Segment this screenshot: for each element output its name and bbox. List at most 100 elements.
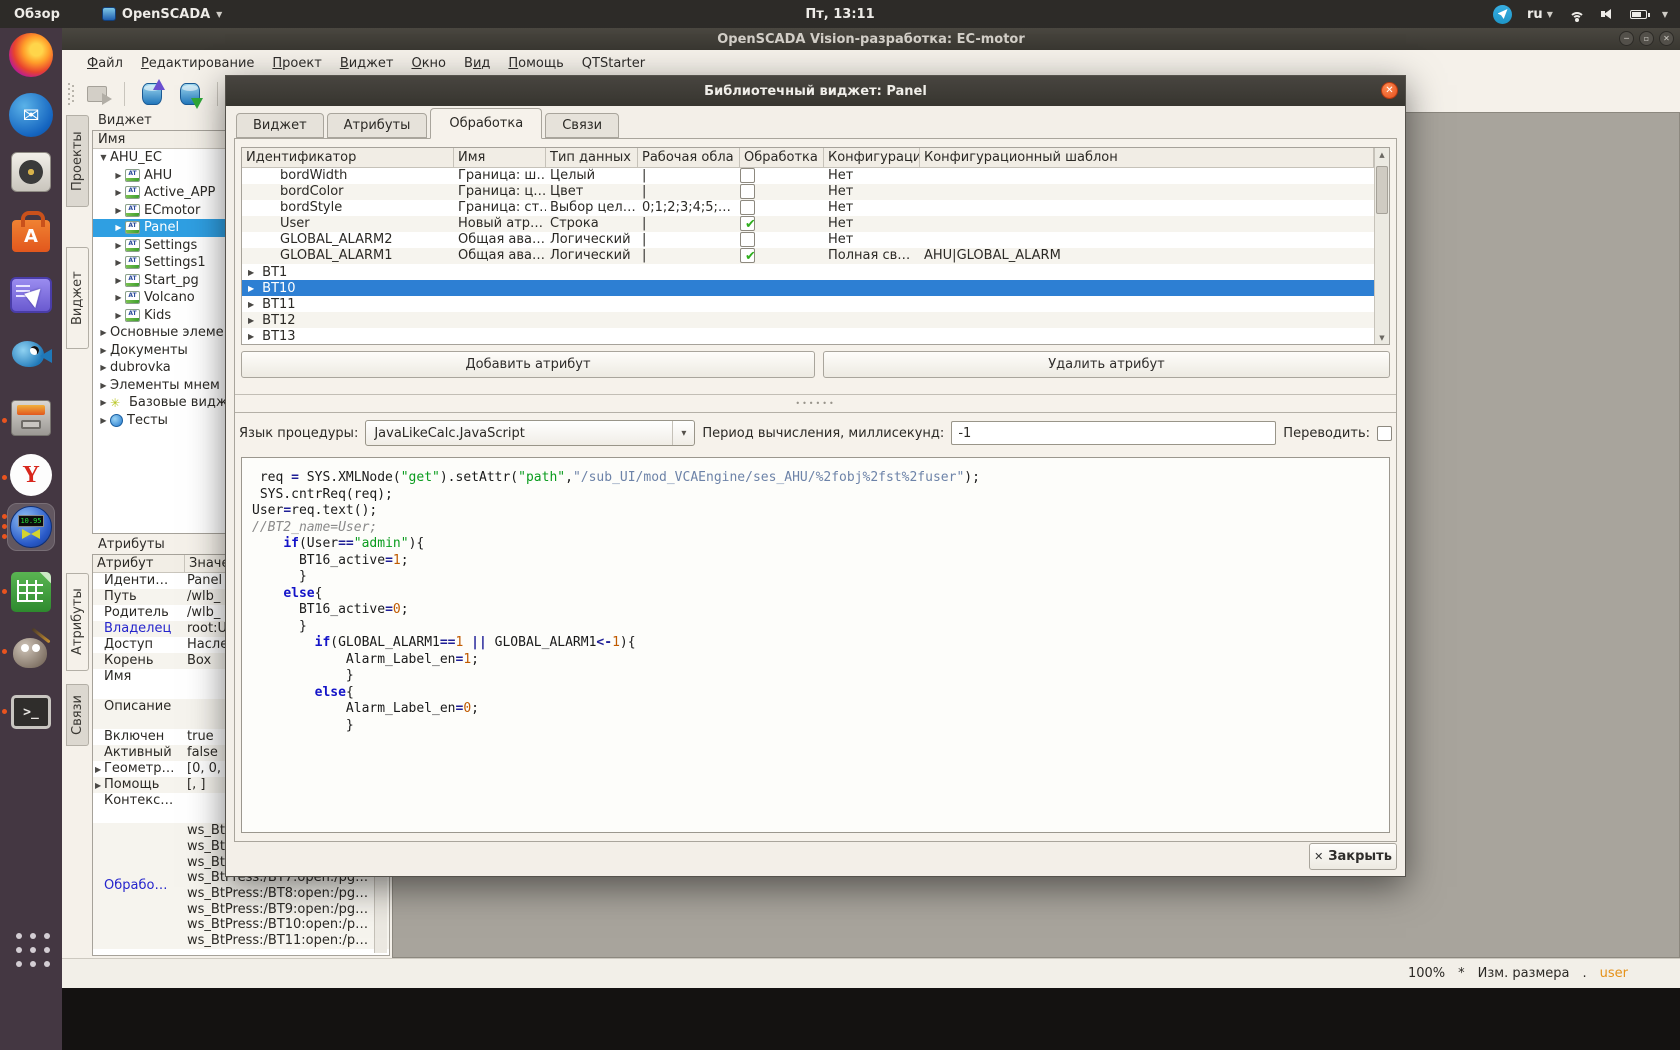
expand-arrow-icon[interactable]: ▶ <box>95 781 101 790</box>
attr-config-row-User[interactable]: UserНовый атр…Строка|✔Нет <box>242 216 1374 232</box>
expand-arrow-icon[interactable]: ▶ <box>95 765 101 774</box>
close-dialog-button[interactable]: ✕ Закрыть <box>1309 843 1397 870</box>
dialog-close-icon[interactable]: ✕ <box>1381 82 1398 99</box>
dialog-table-header[interactable]: ИдентификаторИмяТип данныхРабочая облаОб… <box>242 148 1374 168</box>
menu-QTStarter[interactable]: QTStarter <box>573 53 654 74</box>
attr-config-row-BT11[interactable]: ▶BT11 <box>242 296 1374 312</box>
procedure-code-editor[interactable]: req = SYS.XMLNode("get").setAttr("path",… <box>241 457 1390 833</box>
dialog-tab-Атрибуты[interactable]: Атрибуты <box>327 113 428 138</box>
launcher-thunderbird[interactable]: ✉ <box>8 92 54 138</box>
remove-attribute-button[interactable]: Удалить атрибут <box>823 351 1390 378</box>
expand-arrow-icon[interactable]: ▶ <box>112 171 125 180</box>
dialog-tab-Обработка[interactable]: Обработка <box>430 108 542 139</box>
launcher-remote-viewer[interactable] <box>8 272 54 318</box>
battery-icon[interactable] <box>1630 10 1647 19</box>
chevron-down-icon[interactable]: ▼ <box>1662 10 1668 19</box>
activities-button[interactable]: Обзор <box>14 7 60 22</box>
expand-arrow-icon[interactable]: ▶ <box>248 265 254 280</box>
expand-arrow-icon[interactable]: ▶ <box>112 241 125 250</box>
attr-config-row-BT13[interactable]: ▶BT13 <box>242 328 1374 344</box>
expand-arrow-icon[interactable]: ▶ <box>112 276 125 285</box>
launcher-rhythmbox[interactable] <box>8 149 54 195</box>
toolbar-handle[interactable] <box>68 83 74 105</box>
attr-config-row-bordStyle[interactable]: bordStyleГраница: ст…Выбор цел…0;1;2;3;4… <box>242 200 1374 216</box>
table-scrollbar[interactable]: ▲ ▼ <box>1374 148 1389 344</box>
expand-arrow-icon[interactable]: ▶ <box>97 346 110 355</box>
volume-icon[interactable] <box>1601 8 1615 20</box>
scroll-up-icon[interactable]: ▲ <box>1375 148 1389 161</box>
launcher-openscada[interactable]: 10.95 <box>8 504 54 550</box>
column-header[interactable]: Конфигурационный шаблон <box>920 148 1374 167</box>
side-tab-widget[interactable]: Виджет <box>66 247 89 349</box>
column-header[interactable]: Конфигураци <box>824 148 920 167</box>
expand-arrow-icon[interactable]: ▶ <box>112 223 125 232</box>
launcher-software[interactable]: A <box>8 209 54 255</box>
keyboard-layout-indicator[interactable]: ru ▼ <box>1527 7 1553 22</box>
dialog-tab-Связи[interactable]: Связи <box>545 113 619 138</box>
expand-arrow-icon[interactable]: ▶ <box>112 311 125 320</box>
add-attribute-button[interactable]: Добавить атрибут <box>241 351 815 378</box>
window-titlebar[interactable]: OpenSCADA Vision-разработка: EC-motor ─ … <box>62 28 1680 50</box>
launcher-terminal[interactable]: >_ <box>8 689 54 735</box>
window-maximize-button[interactable]: ▫ <box>1639 31 1654 46</box>
launcher-bluefish[interactable] <box>8 332 54 378</box>
attr-config-row-BT10[interactable]: ▶BT10 <box>242 280 1374 296</box>
expand-arrow-icon[interactable]: ▶ <box>112 293 125 302</box>
attr-config-row-bordWidth[interactable]: bordWidthГраница: ш…Целый|Нет <box>242 168 1374 184</box>
expand-arrow-icon[interactable]: ▶ <box>112 188 125 197</box>
expand-arrow-icon[interactable]: ▶ <box>97 381 110 390</box>
launcher-archive[interactable] <box>8 395 54 441</box>
menu-Редактирование[interactable]: Редактирование <box>132 53 263 74</box>
column-header[interactable]: Тип данных <box>546 148 638 167</box>
load-from-db-button[interactable] <box>137 79 167 109</box>
launcher-libreoffice-calc[interactable] <box>8 569 54 615</box>
expand-arrow-icon[interactable]: ▶ <box>248 313 254 328</box>
attr-config-row-BT12[interactable]: ▶BT12 <box>242 312 1374 328</box>
expand-arrow-icon[interactable]: ▶ <box>112 206 125 215</box>
side-tab-projects[interactable]: Проекты <box>66 115 89 207</box>
menu-Окно[interactable]: Окно <box>402 53 455 74</box>
column-header[interactable]: Обработка <box>740 148 824 167</box>
user-indicator[interactable]: user <box>1600 966 1628 981</box>
app-menu[interactable]: OpenSCADA ▼ <box>102 7 222 22</box>
attr-config-row-BT1[interactable]: ▶BT1 <box>242 264 1374 280</box>
column-header[interactable]: Рабочая обла <box>638 148 740 167</box>
procedure-language-select[interactable]: JavaLikeCalc.JavaScript ▾ <box>365 420 695 446</box>
expand-arrow-icon[interactable]: ▶ <box>97 328 110 337</box>
translate-checkbox[interactable] <box>1377 426 1392 441</box>
expand-arrow-icon[interactable]: ▶ <box>97 398 110 407</box>
telegram-icon[interactable] <box>1493 5 1512 24</box>
dialog-titlebar[interactable]: Библиотечный виджет: Panel ✕ <box>226 76 1405 106</box>
menu-Помощь[interactable]: Помощь <box>499 53 572 74</box>
splitter-handle[interactable]: •••••• <box>235 397 1396 409</box>
menu-Вид[interactable]: Вид <box>455 53 499 74</box>
save-to-db-button[interactable] <box>175 79 205 109</box>
expand-arrow-icon[interactable]: ▼ <box>97 153 110 162</box>
column-header[interactable]: Идентификатор <box>242 148 454 167</box>
expand-arrow-icon[interactable]: ▶ <box>248 297 254 312</box>
dialog-tab-Виджет[interactable]: Виджет <box>236 113 324 138</box>
attr-config-row-bordColor[interactable]: bordColorГраница: ц…Цвет|Нет <box>242 184 1374 200</box>
menu-Файл[interactable]: Файл <box>78 53 132 74</box>
launcher-firefox[interactable] <box>8 32 54 78</box>
window-minimize-button[interactable]: ─ <box>1619 31 1634 46</box>
expand-arrow-icon[interactable]: ▶ <box>97 363 110 372</box>
column-header[interactable]: Имя <box>454 148 546 167</box>
menu-Проект[interactable]: Проект <box>263 53 330 74</box>
scrollbar-thumb[interactable] <box>1376 166 1388 214</box>
clock[interactable]: Пт, 13:11 <box>805 7 874 22</box>
menu-Виджет[interactable]: Виджет <box>331 53 403 74</box>
show-applications-button[interactable] <box>16 933 50 967</box>
scroll-down-icon[interactable]: ▼ <box>1375 331 1389 344</box>
attr-config-row-GLOBAL_ALARM1[interactable]: GLOBAL_ALARM1Общая ава…Логический|✔Полна… <box>242 248 1374 264</box>
wifi-icon[interactable] <box>1568 8 1586 21</box>
attr-config-row-GLOBAL_ALARM2[interactable]: GLOBAL_ALARM2Общая ава…Логический|Нет <box>242 232 1374 248</box>
expand-arrow-icon[interactable]: ▶ <box>248 329 254 344</box>
expand-arrow-icon[interactable]: ▶ <box>248 281 254 296</box>
window-close-button[interactable]: ✕ <box>1659 31 1674 46</box>
expand-arrow-icon[interactable]: ▶ <box>112 258 125 267</box>
calc-period-input[interactable]: -1 <box>951 421 1276 445</box>
launcher-yandex[interactable]: Y <box>8 452 54 498</box>
run-project-button[interactable] <box>82 79 112 109</box>
launcher-gimp[interactable] <box>8 629 54 675</box>
